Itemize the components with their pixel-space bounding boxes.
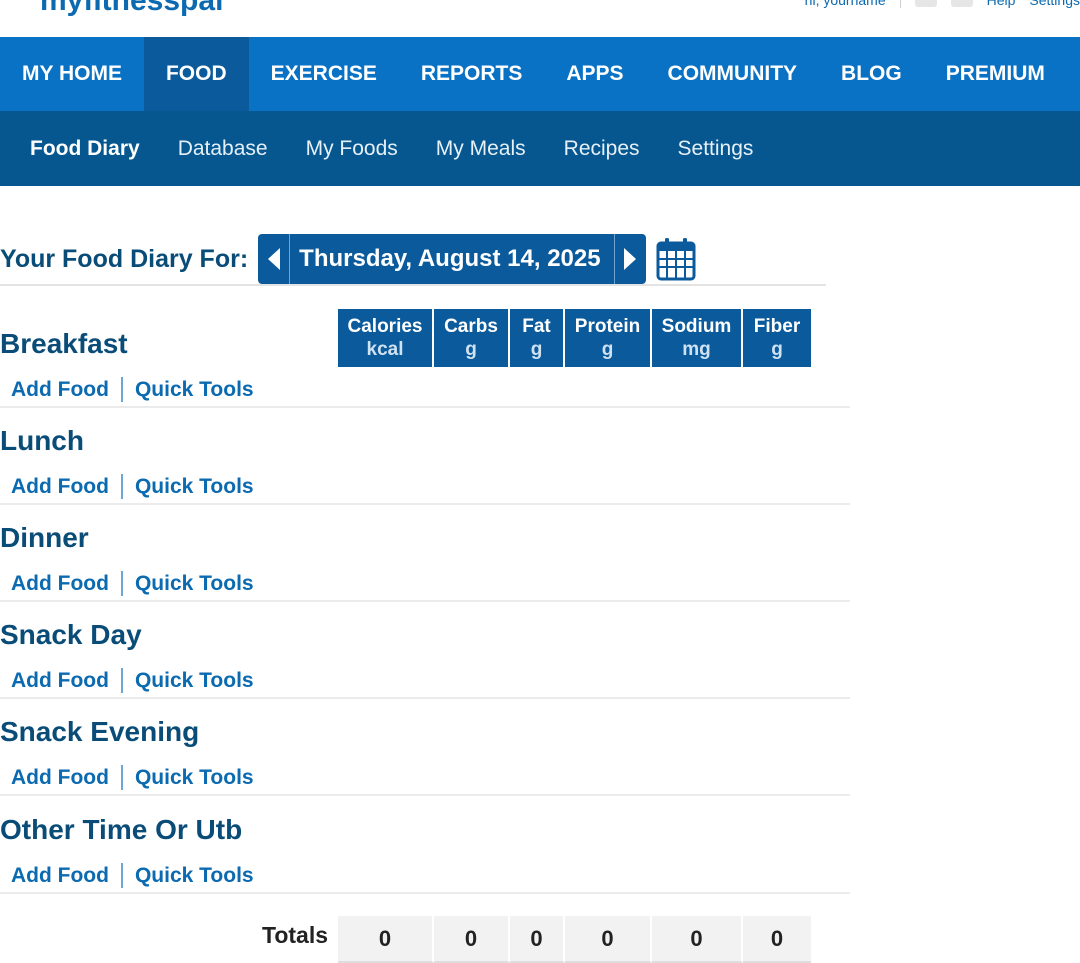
meal-title: Dinner — [0, 522, 89, 553]
subnav-database[interactable]: Database — [178, 137, 268, 161]
top-links: hi, yourname Help Settings — [805, 0, 1080, 8]
quick-tools-link[interactable]: Quick Tools — [135, 864, 254, 888]
chevron-left-icon — [267, 248, 280, 270]
main-nav: MY HOME FOOD EXERCISE REPORTS APPS COMMU… — [0, 37, 1080, 111]
messages-icon[interactable] — [914, 0, 937, 7]
totals-row: Totals 0 0 0 0 0 0 — [0, 916, 850, 963]
top-bar: myfitnesspal hi, yourname Help Settings — [0, 0, 1080, 37]
meal-section-breakfast: Breakfast Add Food Quick Tools — [0, 311, 850, 408]
nav-reports[interactable]: REPORTS — [399, 37, 545, 111]
meal-section-dinner: Dinner Add Food Quick Tools — [0, 505, 850, 602]
subnav-settings[interactable]: Settings — [678, 137, 754, 161]
nav-food[interactable]: FOOD — [143, 37, 249, 111]
brand-logo[interactable]: myfitnesspal — [40, 0, 223, 18]
add-food-link[interactable]: Add Food — [11, 475, 109, 499]
link-divider — [120, 377, 123, 402]
link-divider — [120, 571, 123, 596]
date-navigator: Thursday, August 14, 2025 — [258, 234, 646, 284]
meal-section-lunch: Lunch Add Food Quick Tools — [0, 408, 850, 505]
nav-blog[interactable]: BLOG — [819, 37, 924, 111]
subnav-food-diary[interactable]: Food Diary — [30, 137, 140, 161]
add-food-link[interactable]: Add Food — [11, 864, 109, 888]
nav-premium[interactable]: PREMIUM — [924, 37, 1067, 111]
settings-link[interactable]: Settings — [1029, 0, 1080, 8]
link-divider — [120, 474, 123, 499]
subnav-my-meals[interactable]: My Meals — [436, 137, 526, 161]
total-sodium: 0 — [652, 916, 743, 963]
meal-title: Snack Day — [0, 619, 142, 650]
quick-tools-link[interactable]: Quick Tools — [135, 475, 254, 499]
total-protein: 0 — [565, 916, 652, 963]
link-divider — [120, 668, 123, 693]
total-carbs: 0 — [434, 916, 510, 963]
current-date[interactable]: Thursday, August 14, 2025 — [290, 234, 613, 284]
quick-tools-link[interactable]: Quick Tools — [135, 766, 254, 790]
nav-my-home[interactable]: MY HOME — [0, 37, 144, 111]
meal-actions: Add Food Quick Tools — [11, 474, 254, 499]
nav-apps[interactable]: APPS — [544, 37, 645, 111]
meal-title: Breakfast — [0, 328, 128, 359]
totals-cells: 0 0 0 0 0 0 — [338, 916, 811, 963]
date-divider — [0, 284, 826, 286]
quick-tools-link[interactable]: Quick Tools — [135, 572, 254, 596]
date-selector-row: Your Food Diary For: Thursday, August 14… — [0, 234, 696, 284]
user-greeting[interactable]: hi, yourname — [805, 0, 886, 8]
add-food-link[interactable]: Add Food — [11, 766, 109, 790]
meal-actions: Add Food Quick Tools — [11, 571, 254, 596]
next-day-button[interactable] — [613, 234, 646, 284]
calendar-icon[interactable] — [656, 237, 696, 281]
notifications-icon[interactable] — [950, 0, 973, 7]
totals-label: Totals — [262, 922, 329, 948]
meal-title: Lunch — [0, 425, 84, 456]
meal-actions: Add Food Quick Tools — [11, 863, 254, 888]
previous-day-button[interactable] — [258, 234, 291, 284]
quick-tools-link[interactable]: Quick Tools — [135, 669, 254, 693]
subnav-recipes[interactable]: Recipes — [564, 137, 640, 161]
diary-date-label: Your Food Diary For: — [0, 244, 249, 273]
add-food-link[interactable]: Add Food — [11, 669, 109, 693]
add-food-link[interactable]: Add Food — [11, 378, 109, 402]
nav-community[interactable]: COMMUNITY — [646, 37, 820, 111]
sub-nav: Food Diary Database My Foods My Meals Re… — [0, 111, 1080, 186]
meal-section-snack-day: Snack Day Add Food Quick Tools — [0, 602, 850, 699]
total-fiber: 0 — [743, 916, 811, 963]
help-link[interactable]: Help — [987, 0, 1016, 8]
meal-title: Other Time Or Utb — [0, 814, 243, 845]
total-fat: 0 — [510, 916, 565, 963]
nav-exercise[interactable]: EXERCISE — [249, 37, 399, 111]
total-calories: 0 — [338, 916, 434, 963]
meal-section-other-time: Other Time Or Utb Add Food Quick Tools — [0, 797, 850, 894]
quick-tools-link[interactable]: Quick Tools — [135, 378, 254, 402]
meal-title: Snack Evening — [0, 716, 200, 747]
link-divider — [120, 765, 123, 790]
subnav-my-foods[interactable]: My Foods — [306, 137, 398, 161]
link-divider — [120, 863, 123, 888]
meal-actions: Add Food Quick Tools — [11, 377, 254, 402]
meal-actions: Add Food Quick Tools — [11, 668, 254, 693]
add-food-link[interactable]: Add Food — [11, 572, 109, 596]
meal-section-snack-evening: Snack Evening Add Food Quick Tools — [0, 699, 850, 796]
meal-actions: Add Food Quick Tools — [11, 765, 254, 790]
top-links-divider — [899, 0, 901, 8]
chevron-right-icon — [624, 248, 637, 270]
